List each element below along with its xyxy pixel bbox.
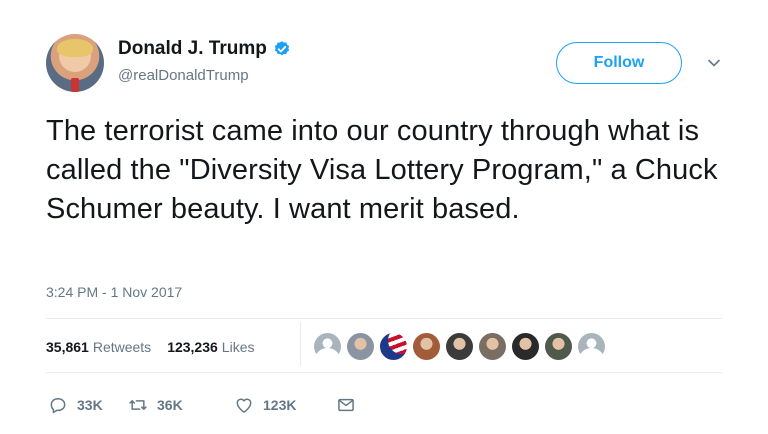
liker-avatar-4[interactable] [413,333,440,360]
likes-count: 123,236 [167,339,218,355]
avatar-hair [57,39,93,57]
liker-avatar-8[interactable] [545,333,572,360]
liker-avatar-7[interactable] [512,333,539,360]
retweet-count: 36K [157,397,183,413]
author-name[interactable]: Donald J. Trump [118,38,267,60]
liker-avatar-5[interactable] [446,333,473,360]
engagement-stats: 35,861 Retweets 123,236 Likes [46,339,254,355]
like-count: 123K [263,397,297,413]
envelope-icon [338,398,354,412]
avatar-tie [71,78,79,92]
retweet-icon [129,400,147,410]
stats-separator [300,322,301,366]
retweets-count: 35,861 [46,339,89,355]
tweet-timestamp[interactable]: 3:24 PM - 1 Nov 2017 [46,284,182,300]
direct-message-action[interactable] [336,395,356,415]
retweet-action[interactable]: 36K [128,395,234,415]
liker-avatars [314,333,605,360]
like-action[interactable]: 123K [234,395,336,415]
liker-avatar-6[interactable] [479,333,506,360]
reply-count: 33K [77,397,103,413]
tweet-actions: 33K 36K 123K [48,395,356,415]
heart-icon [236,398,252,413]
likes-label: Likes [221,339,255,355]
divider-bottom [46,372,722,373]
follow-button[interactable]: Follow [556,42,682,84]
likes-stat[interactable]: 123,236 Likes [167,339,254,355]
liker-avatar-9[interactable] [578,333,605,360]
verified-badge-icon [274,41,289,56]
retweets-label: Retweets [92,339,152,355]
author-avatar[interactable] [46,34,104,92]
chevron-down-icon[interactable] [706,56,722,70]
author-name-row[interactable]: Donald J. Trump [118,38,291,60]
liker-avatar-1[interactable] [314,333,341,360]
retweets-stat[interactable]: 35,861 Retweets [46,339,151,355]
author-handle[interactable]: @realDonaldTrump [118,67,249,84]
tweet-text: The terrorist came into our country thro… [46,115,718,225]
liker-avatar-2[interactable] [347,333,374,360]
reply-action[interactable]: 33K [48,395,122,415]
reply-icon [50,398,66,414]
liker-avatar-3[interactable] [380,333,407,360]
divider-top [46,318,722,319]
